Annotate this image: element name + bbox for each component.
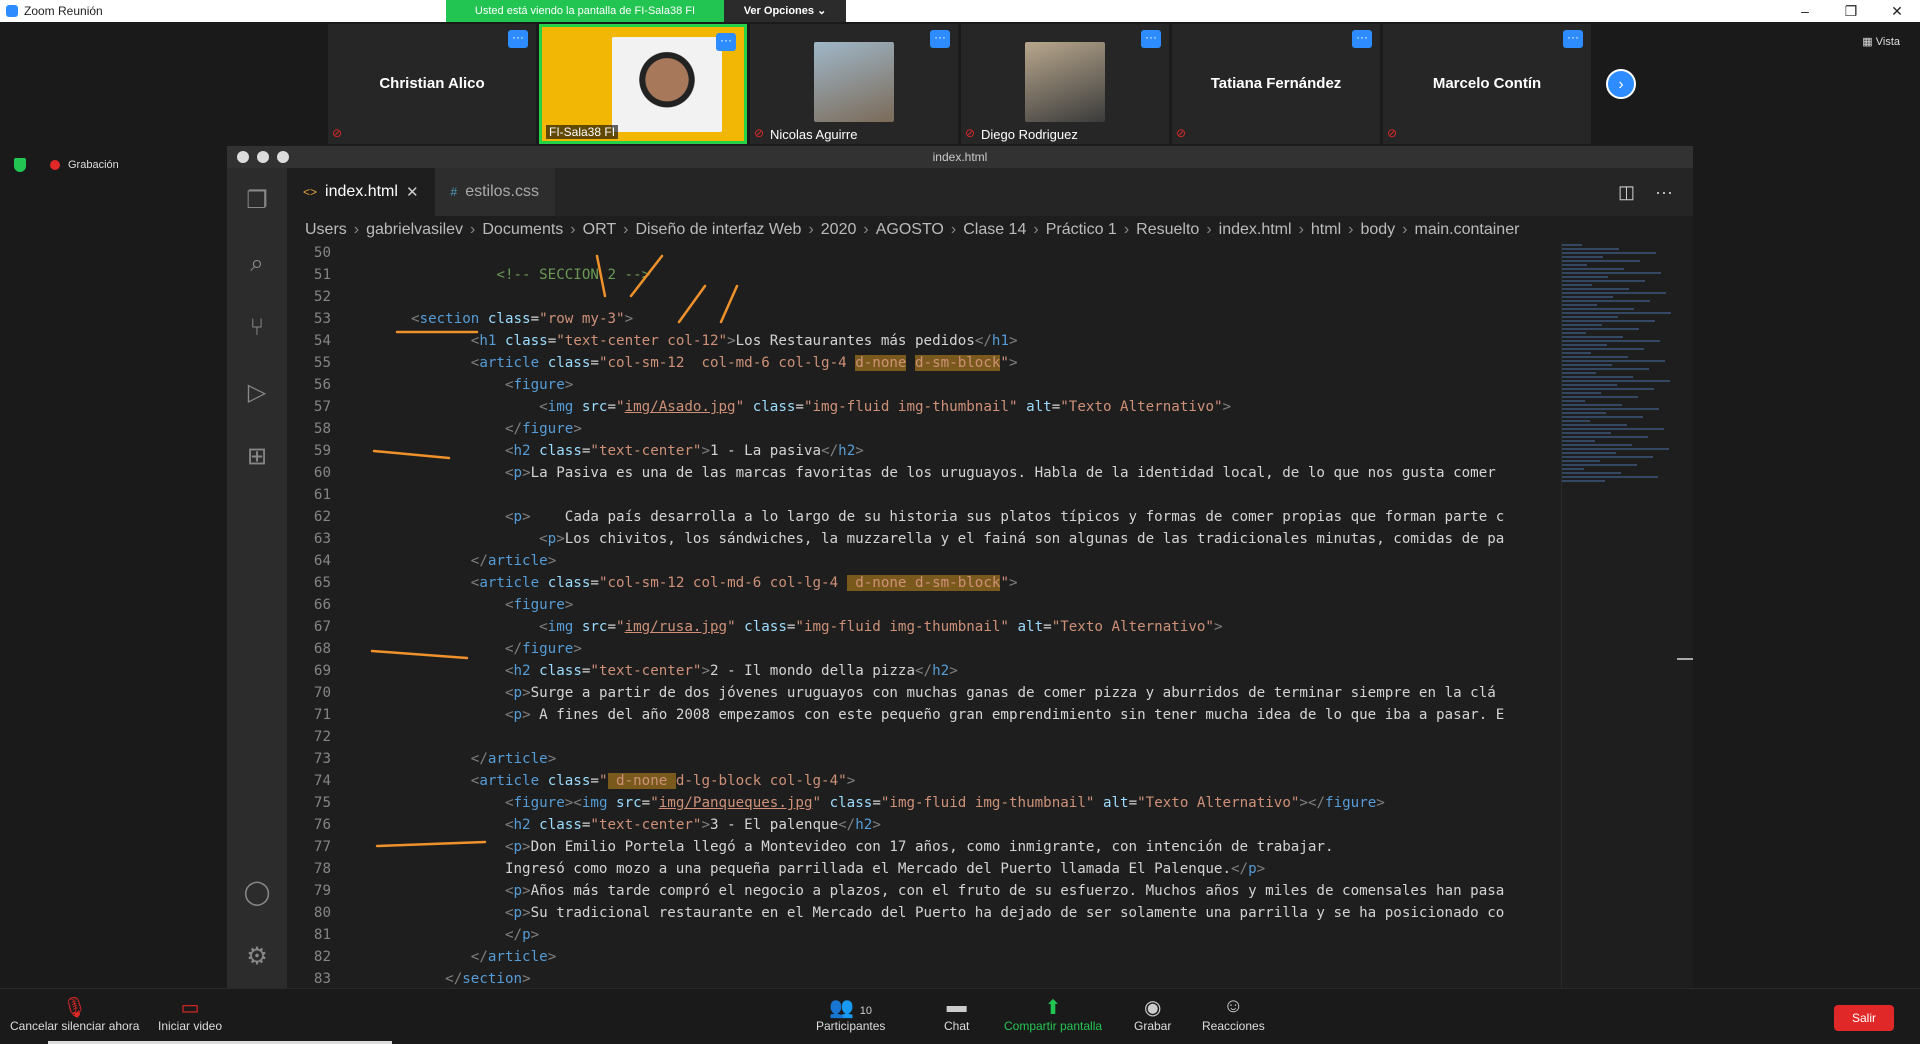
chat-label: Chat (944, 1019, 970, 1033)
participant-video (1025, 42, 1105, 122)
arrow-annotation (719, 284, 739, 324)
participants-icon: 👥 10 (829, 997, 873, 1019)
vscode-window: index.html ❐ ⌕ ⑂ ▷ ⊞ ◯ ⚙ <> index.html ✕… (227, 146, 1693, 988)
zoom-app-icon (6, 5, 18, 17)
share-label: Compartir pantalla (1004, 1019, 1103, 1033)
mic-muted-icon: ⊘ (754, 126, 765, 140)
arrow-annotation (370, 649, 469, 660)
more-options-icon[interactable]: ··· (716, 33, 736, 51)
recording-indicator: Grabación (14, 158, 119, 172)
participants-button[interactable]: 👥 10 Participantes (816, 995, 885, 1033)
more-options-icon[interactable]: ··· (1563, 30, 1583, 48)
participants-strip: Christian Alico ··· ⊘ ··· FI-Sala38 FI ·… (328, 24, 1594, 144)
view-button[interactable]: ▦ Vista (1862, 35, 1900, 48)
share-screen-button[interactable]: ⬆ Compartir pantalla (1004, 995, 1102, 1033)
video-off-icon: ▭ (180, 997, 200, 1019)
participant-tile[interactable]: ··· ⊘ Diego Rodriguez (961, 24, 1169, 144)
reactions-icon: ☺ (1223, 995, 1244, 1017)
share-screen-icon: ⬆ (1044, 997, 1062, 1019)
share-status-text: Usted está viendo la pantalla de FI-Sala… (446, 0, 724, 22)
participant-tile[interactable]: Christian Alico ··· ⊘ (328, 24, 536, 144)
record-dot-icon (50, 160, 60, 170)
participant-tile[interactable]: ··· ⊘ Nicolas Aguirre (750, 24, 958, 144)
participant-name: Tatiana Fernández (1210, 75, 1342, 92)
zoom-title-bar: Zoom Reunión – ❐ ✕ (0, 0, 1920, 22)
record-button[interactable]: ◉ Grabar (1134, 995, 1171, 1033)
arrow-annotation (372, 449, 451, 460)
participant-label: Nicolas Aguirre (770, 127, 858, 142)
participants-count: 10 (859, 1005, 873, 1017)
mic-muted-icon: 🎙 (62, 997, 88, 1019)
start-video-button[interactable]: ▭ Iniciar video (158, 995, 222, 1033)
participant-tile[interactable]: Tatiana Fernández ··· ⊘ (1172, 24, 1380, 144)
mic-muted-icon: ⊘ (332, 126, 343, 140)
arrow-annotation (595, 254, 607, 298)
arrow-annotation (677, 284, 707, 324)
window-controls: – ❐ ✕ (1782, 0, 1920, 22)
more-options-icon[interactable]: ··· (930, 30, 950, 48)
next-participants-icon[interactable]: › (1606, 69, 1636, 99)
minimize-button[interactable]: – (1782, 0, 1828, 22)
participant-label: FI-Sala38 FI (546, 125, 619, 139)
more-options-icon[interactable]: ··· (1141, 30, 1161, 48)
meeting-toolbar: 🎙 Cancelar silenciar ahora ▭ Iniciar vid… (0, 988, 1920, 1044)
view-label: Vista (1875, 36, 1900, 48)
arrow-annotation (629, 254, 664, 298)
participant-video (814, 42, 894, 122)
reactions-button[interactable]: ☺ Reacciones (1202, 995, 1265, 1033)
restore-button[interactable]: ❐ (1828, 0, 1874, 22)
mic-muted-icon: ⊘ (965, 126, 976, 140)
chat-icon: ▬ (946, 995, 967, 1017)
security-shield-icon (14, 158, 26, 172)
record-icon: ◉ (1143, 997, 1162, 1019)
annotation-arrows (370, 254, 739, 848)
screen-share-banner: Usted está viendo la pantalla de FI-Sala… (446, 0, 846, 22)
view-options-button[interactable]: Ver Opciones ⌄ (724, 0, 846, 22)
mic-muted-icon: ⊘ (1176, 126, 1187, 140)
unmute-label: Cancelar silenciar ahora (10, 1019, 140, 1033)
participant-video (612, 37, 722, 132)
video-label: Iniciar video (158, 1019, 223, 1033)
participant-name: Marcelo Contín (1432, 75, 1542, 92)
window-title: Zoom Reunión (24, 4, 103, 18)
participant-label: Diego Rodriguez (981, 127, 1078, 142)
arrow-annotation (375, 840, 487, 848)
chat-button[interactable]: ▬ Chat (944, 995, 969, 1033)
participant-name: Christian Alico (379, 75, 485, 92)
unmute-button[interactable]: 🎙 Cancelar silenciar ahora (10, 995, 139, 1033)
reactions-label: Reacciones (1202, 1019, 1265, 1033)
recording-label: Grabación (68, 159, 119, 171)
more-options-icon[interactable]: ··· (508, 30, 528, 48)
participant-tile-active[interactable]: ··· FI-Sala38 FI (539, 24, 747, 144)
participant-tile[interactable]: Marcelo Contín ··· ⊘ (1383, 24, 1591, 144)
participants-label: Participantes (816, 1019, 886, 1033)
close-window-button[interactable]: ✕ (1874, 0, 1920, 22)
mic-muted-icon: ⊘ (1387, 126, 1398, 140)
record-label: Grabar (1134, 1019, 1172, 1033)
more-options-icon[interactable]: ··· (1352, 30, 1372, 48)
leave-meeting-button[interactable]: Salir (1834, 1005, 1894, 1031)
